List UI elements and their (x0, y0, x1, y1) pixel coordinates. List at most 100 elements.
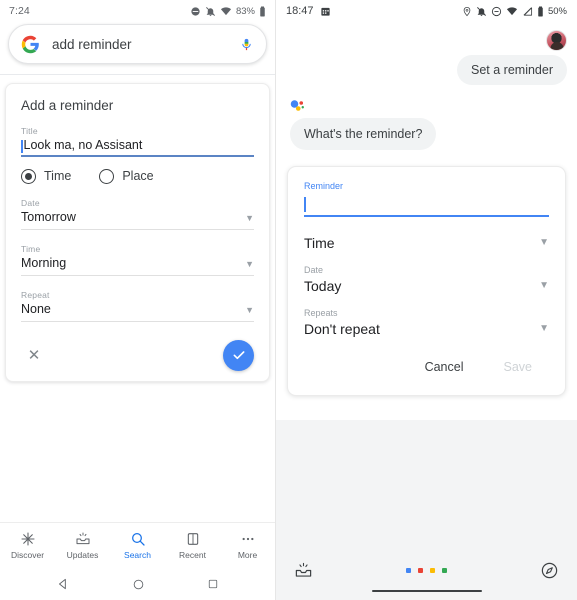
sidebar-item-more[interactable]: More (220, 531, 275, 560)
status-time: 18:47 (286, 5, 314, 17)
assistant-listening-dots[interactable] (313, 567, 540, 573)
more-dots-icon (242, 537, 253, 541)
wifi-icon (506, 6, 518, 15)
sidebar-item-discover[interactable]: Discover (0, 531, 55, 560)
time-field-value: Morning (21, 255, 67, 270)
left-panel-google-app: 7:24 83% add reminder Add a reminder Tit… (0, 0, 276, 600)
cancel-button[interactable]: Cancel (408, 351, 481, 383)
repeat-field-value: None (21, 301, 51, 316)
circle-home-icon[interactable] (132, 578, 145, 591)
chevron-down-icon[interactable]: ▼ (539, 323, 549, 334)
close-icon[interactable]: ✕ (21, 342, 47, 368)
time-field[interactable]: Time ▼ (304, 235, 549, 251)
triangle-back-icon[interactable] (56, 577, 70, 591)
chevron-down-icon[interactable]: ▼ (539, 280, 549, 291)
status-time: 7:24 (9, 5, 30, 17)
cloud-off-icon (191, 6, 200, 16)
search-bar[interactable]: add reminder (8, 24, 267, 64)
assistant-message-bubble: What's the reminder? (290, 118, 437, 150)
google-dot-yellow (430, 567, 435, 573)
sidebar-item-label: Updates (66, 550, 99, 560)
repeat-field-label: Repeat (21, 289, 50, 300)
google-dot-red (418, 567, 423, 573)
time-field[interactable]: Time Morning ▼ (21, 244, 254, 276)
right-panel-google-assistant: 18:47 50% Set a reminder What's the remi… (276, 0, 577, 600)
reminder-field-underline (304, 215, 549, 217)
square-overview-icon[interactable] (207, 578, 219, 590)
radio-option-place[interactable]: Place (99, 168, 154, 184)
title-field[interactable]: Title Look ma, no Assisant (21, 126, 254, 157)
search-icon (131, 533, 145, 546)
assistant-reminder-card: Reminder Time ▼ Date Today ▼ Repeats Don… (287, 166, 566, 396)
android-navigation-bar (0, 568, 275, 600)
search-query-text[interactable]: add reminder (52, 37, 227, 52)
sidebar-item-label: Discover (10, 550, 45, 560)
google-dot-green (442, 567, 447, 573)
time-field-underline (21, 274, 254, 276)
date-field-value: Today (304, 277, 342, 294)
calendar-icon (320, 6, 331, 17)
wifi-icon (220, 6, 232, 15)
repeats-field[interactable]: Repeats Don't repeat ▼ (304, 308, 549, 337)
chevron-down-icon[interactable]: ▼ (539, 237, 549, 248)
sidebar-item-label: Search (124, 550, 151, 560)
repeats-field-value: Don't repeat (304, 320, 380, 337)
sidebar-item-updates[interactable]: Updates (55, 531, 110, 560)
explore-compass-icon[interactable] (540, 561, 559, 580)
google-g-icon (21, 35, 39, 53)
battery-icon (260, 6, 265, 16)
assistant-bottom-bar (276, 540, 577, 600)
header-divider (0, 74, 275, 75)
battery-percent: 50% (547, 5, 567, 17)
date-field-underline (21, 228, 254, 230)
discover-asterisk-icon (20, 532, 35, 546)
text-caret (21, 140, 23, 153)
chevron-down-icon[interactable]: ▼ (245, 259, 254, 275)
save-button[interactable]: Save (487, 351, 550, 383)
radio-option-time[interactable]: Time (21, 168, 72, 184)
microphone-icon[interactable] (239, 37, 254, 52)
battery-icon (538, 6, 543, 16)
account-row (276, 22, 577, 51)
time-field-label: Time (21, 243, 41, 254)
sidebar-item-label: Recent (179, 550, 206, 560)
dual-screenshot-comparison: 7:24 83% add reminder Add a reminder Tit… (0, 0, 577, 600)
sidebar-item-search[interactable]: Search (110, 531, 165, 560)
updates-inbox-icon (76, 532, 89, 545)
title-field-underline (21, 155, 254, 157)
bottom-navigation-bar: Discover Updates Search Recent More (0, 522, 275, 568)
chevron-down-icon[interactable]: ▼ (245, 213, 254, 229)
search-bar-container: add reminder (0, 22, 275, 74)
card-actions: Cancel Save (304, 351, 549, 383)
date-field[interactable]: Date Today ▼ (304, 265, 549, 294)
location-icon (463, 6, 471, 16)
sidebar-item-recent[interactable]: Recent (165, 531, 220, 560)
text-caret (304, 197, 306, 212)
signal-icon (523, 6, 533, 16)
title-field-label: Title (21, 126, 38, 136)
title-field-value[interactable]: Look ma, no Assisant (24, 138, 143, 155)
date-field-value: Tomorrow (21, 209, 76, 224)
reminder-field[interactable]: Reminder (304, 181, 549, 217)
avatar[interactable] (546, 30, 567, 51)
google-dot-blue (406, 567, 411, 573)
confirm-button[interactable] (223, 339, 254, 371)
repeat-field[interactable]: Repeat None ▼ (21, 290, 254, 322)
date-field[interactable]: Date Tomorrow ▼ (21, 198, 254, 230)
recent-cards-icon (187, 533, 198, 545)
sidebar-item-label: More (237, 550, 258, 560)
add-reminder-card: Add a reminder Title Look ma, no Assisan… (5, 83, 270, 382)
card-actions: ✕ (21, 336, 254, 371)
notifications-off-icon (206, 6, 215, 16)
check-icon (233, 351, 244, 360)
gesture-home-bar[interactable] (371, 589, 482, 592)
updates-inbox-icon[interactable] (294, 561, 313, 580)
date-field-label: Date (304, 264, 324, 275)
battery-percent: 83% (235, 5, 255, 17)
card-title: Add a reminder (21, 98, 114, 113)
radio-label-time: Time (44, 169, 72, 183)
date-field-label: Date (21, 197, 40, 208)
time-field-value: Time (304, 234, 335, 251)
status-icons: 83% (190, 6, 266, 17)
chevron-down-icon[interactable]: ▼ (245, 305, 254, 321)
